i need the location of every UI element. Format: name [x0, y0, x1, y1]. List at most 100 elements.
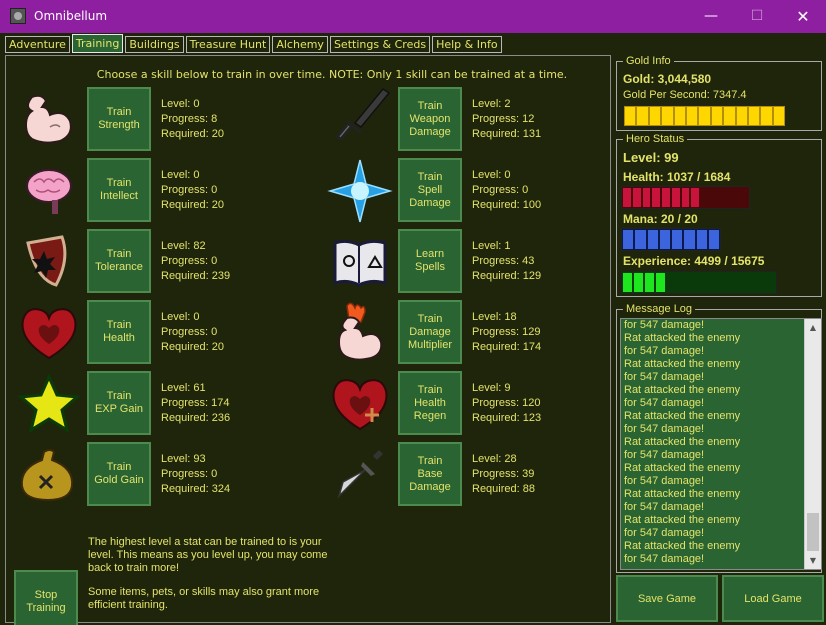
- close-button[interactable]: ✕: [780, 0, 826, 33]
- stop-training-button[interactable]: Stop Training: [14, 570, 78, 625]
- load-game-button[interactable]: Load Game: [722, 575, 824, 622]
- gold-amount: Gold: 3,044,580: [623, 72, 712, 86]
- log-line: for 547 damage!: [624, 449, 705, 461]
- train-tolerance-button[interactable]: Train Tolerance: [87, 229, 151, 293]
- train-exp-gain-button[interactable]: Train EXP Gain: [87, 371, 151, 435]
- spell-star-icon: [325, 158, 395, 224]
- skill-stats: Level: 9 Progress: 120 Required: 123: [472, 382, 542, 424]
- train-health-regen-button[interactable]: Train Health Regen: [398, 371, 462, 435]
- bar-segment: [730, 188, 738, 207]
- tab-adventure[interactable]: Adventure: [5, 36, 70, 53]
- skill-stats: Level: 2 Progress: 12 Required: 131: [472, 98, 542, 140]
- tab-buildings[interactable]: Buildings: [125, 36, 184, 53]
- bar-segment: [740, 188, 748, 207]
- bar-segment: [625, 107, 636, 125]
- train-weapon-damage-button[interactable]: Train Weapon Damage: [398, 87, 462, 151]
- bar-segment: [722, 273, 731, 292]
- log-line: Rat attacked the enemy: [624, 384, 741, 396]
- bar-segment: [711, 107, 723, 125]
- bar-segment: [773, 107, 785, 125]
- hero-level: Level: 99: [623, 150, 679, 165]
- brain-icon: [14, 158, 84, 224]
- experience-bar: [621, 271, 777, 294]
- train-intellect-button[interactable]: Train Intellect: [87, 158, 151, 222]
- shield-icon: [14, 229, 84, 295]
- bar-segment: [678, 273, 687, 292]
- bar-segment: [681, 188, 690, 207]
- group-legend: Hero Status: [623, 132, 688, 146]
- bar-segment: [696, 230, 707, 249]
- log-line: for 547 damage!: [624, 553, 705, 565]
- skill-stats: Level: 0 Progress: 0 Required: 20: [161, 169, 224, 211]
- hero-status-group: Hero Status Level: 99 Health: 1037 / 168…: [616, 132, 822, 297]
- sword-icon: [325, 87, 395, 153]
- log-line: for 547 damage!: [624, 423, 705, 435]
- train-gold-gain-button[interactable]: Train Gold Gain: [87, 442, 151, 506]
- bar-segment: [700, 273, 709, 292]
- train-strength-button[interactable]: Train Strength: [87, 87, 151, 151]
- log-line: for 547 damage!: [624, 501, 705, 513]
- scroll-thumb[interactable]: [807, 513, 819, 551]
- tab-alchemy[interactable]: Alchemy: [272, 36, 328, 53]
- maximize-button[interactable]: ☐: [734, 0, 780, 33]
- bar-segment: [711, 273, 720, 292]
- skill-stats: Level: 93 Progress: 0 Required: 324: [161, 453, 231, 495]
- tab-help-info[interactable]: Help & Info: [432, 36, 502, 53]
- train-base-damage-button[interactable]: Train Base Damage: [398, 442, 462, 506]
- save-game-button[interactable]: Save Game: [616, 575, 718, 622]
- bar-segment: [744, 273, 753, 292]
- bar-segment: [642, 188, 651, 207]
- bar-segment: [623, 273, 632, 292]
- tab-treasure-hunt[interactable]: Treasure Hunt: [185, 36, 271, 53]
- scroll-down-icon[interactable]: ▼: [805, 552, 821, 569]
- log-line: Rat attacked the enemy: [624, 436, 741, 448]
- log-line: for 547 damage!: [624, 527, 705, 539]
- heart-icon: [14, 300, 84, 366]
- bar-segment: [662, 188, 670, 207]
- bar-segment: [623, 188, 631, 207]
- log-line: Rat attacked the enemy: [624, 540, 741, 552]
- bar-segment: [699, 107, 710, 125]
- bar-segment: [635, 230, 646, 249]
- bar-segment: [662, 107, 673, 125]
- bar-segment: [659, 230, 670, 249]
- bar-segment: [708, 230, 719, 249]
- bar-segment: [637, 107, 648, 125]
- train-spell-damage-button[interactable]: Train Spell Damage: [398, 158, 462, 222]
- bar-segment: [736, 107, 747, 125]
- message-log-group: Message Log for 547 damage! Rat attacked …: [616, 302, 822, 573]
- tab-bar: Adventure Training Buildings Treasure Hu…: [5, 34, 504, 54]
- message-log-box[interactable]: for 547 damage! Rat attacked the enemy for…: [620, 318, 822, 570]
- gold-bar: [623, 105, 786, 127]
- log-line: for 547 damage!: [624, 345, 705, 357]
- efficiency-note: Some items, pets, or skills may also gra…: [88, 586, 320, 611]
- heart-plus-icon: [325, 371, 395, 437]
- log-line: Rat attacked the enemy: [624, 462, 741, 474]
- skill-stats: Level: 61 Progress: 174 Required: 236: [161, 382, 231, 424]
- log-line: Rat attacked the enemy: [624, 332, 741, 344]
- mana-bar: [621, 228, 721, 251]
- bar-segment: [667, 273, 676, 292]
- train-damage-multiplier-button[interactable]: Train Damage Multiplier: [398, 300, 462, 364]
- mana-text: Mana: 20 / 20: [623, 212, 698, 226]
- minimize-button[interactable]: —: [688, 0, 734, 33]
- log-line: for 547 damage!: [624, 371, 705, 383]
- log-scrollbar[interactable]: ▲ ▼: [804, 319, 821, 569]
- tab-settings-creds[interactable]: Settings & Creds: [329, 36, 431, 53]
- tab-training[interactable]: Training: [71, 34, 124, 53]
- scroll-up-icon[interactable]: ▲: [805, 319, 821, 336]
- bar-segment: [634, 273, 643, 292]
- skill-stats: Level: 82 Progress: 0 Required: 239: [161, 240, 231, 282]
- gold-info-group: Gold Info Gold: 3,044,580 Gold Per Secon…: [616, 54, 822, 131]
- learn-spells-button[interactable]: Learn Spells: [398, 229, 462, 293]
- bar-segment: [761, 107, 772, 125]
- bar-segment: [645, 273, 654, 292]
- train-health-button[interactable]: Train Health: [87, 300, 151, 364]
- gold-per-second: Gold Per Second: 7347.4: [623, 89, 747, 101]
- bar-segment: [632, 188, 641, 207]
- log-line: for 547 damage!: [624, 397, 705, 409]
- bar-segment: [724, 107, 735, 125]
- training-panel: Choose a skill below to train in over ti…: [5, 55, 611, 625]
- dagger-icon: [325, 442, 395, 508]
- bar-segment: [647, 230, 658, 249]
